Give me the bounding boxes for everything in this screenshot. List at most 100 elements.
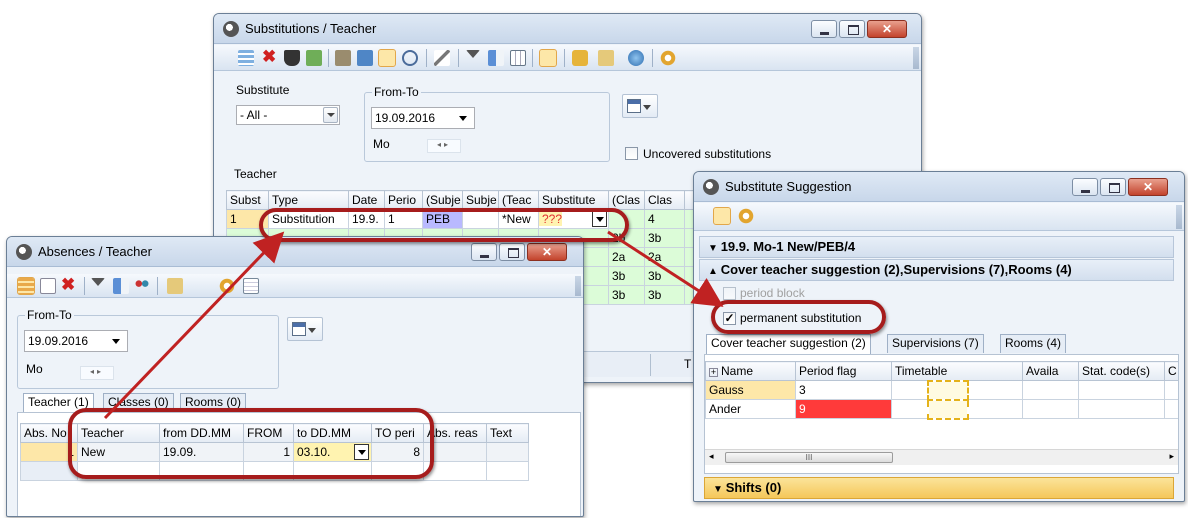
delete-icon[interactable]: ✖ (61, 276, 77, 293)
table-cell[interactable]: 9 (795, 399, 892, 419)
grid-settings-icon[interactable] (510, 50, 526, 66)
minimize-button[interactable] (811, 20, 837, 38)
column-header[interactable]: Text (486, 423, 529, 443)
table-cell[interactable]: 3b (644, 228, 685, 248)
gear-icon[interactable] (738, 208, 754, 224)
maximize-button[interactable] (1100, 178, 1126, 196)
table-cell[interactable] (486, 442, 529, 462)
suggestion-section-header[interactable]: ▲ Cover teacher suggestion (2),Supervisi… (699, 259, 1174, 281)
column-header[interactable]: Date (348, 190, 385, 210)
clipboard-icon[interactable] (243, 278, 259, 294)
table-cell[interactable]: 3b (608, 285, 645, 305)
graduate-icon[interactable] (284, 50, 300, 66)
table-cell[interactable]: Ander (705, 399, 796, 419)
horizontal-scrollbar[interactable]: ◂ III ▸ (705, 449, 1178, 465)
wand-icon[interactable] (434, 50, 450, 66)
chevron-down-icon[interactable] (323, 107, 338, 123)
column-header[interactable]: (Clas (608, 190, 645, 210)
column-header[interactable]: (Subje (422, 190, 463, 210)
table-cell[interactable]: 3 (795, 380, 892, 400)
import-icon[interactable] (357, 50, 373, 66)
table-cell[interactable]: Gauss (705, 380, 796, 400)
expand-all-icon[interactable]: + (709, 368, 718, 377)
column-header[interactable]: + Name (705, 361, 796, 381)
calendar-button[interactable] (622, 94, 658, 118)
table-cell[interactable]: 2a (608, 247, 645, 267)
lock-icon[interactable] (572, 50, 588, 66)
column-header[interactable]: Type (268, 190, 349, 210)
maximize-button[interactable] (839, 20, 865, 38)
shifts-section-header[interactable]: ▼ Shifts (0) (704, 477, 1174, 499)
gear-icon[interactable] (660, 50, 676, 66)
column-header[interactable]: Perio (384, 190, 423, 210)
timetable-cell[interactable] (891, 399, 928, 419)
table-row[interactable]: Ander 9 (705, 398, 1178, 420)
date-picker[interactable]: 19.09.2016 (371, 107, 475, 129)
timetable-cell[interactable] (967, 399, 1023, 419)
substitute-select[interactable]: - All - (236, 105, 340, 125)
tab-rooms[interactable]: Rooms (4) (1000, 334, 1067, 353)
filter-icon[interactable] (91, 278, 105, 286)
day-spinner[interactable]: ◂▸ (427, 139, 461, 153)
gear-icon[interactable] (219, 278, 235, 294)
sort-icon[interactable] (488, 50, 504, 66)
list-icon[interactable] (238, 50, 254, 66)
table-cell[interactable]: 3b (608, 266, 645, 286)
lesson-section-header[interactable]: ▼ 19.9. Mo-1 New/PEB/4 (699, 236, 1174, 258)
list-icon[interactable] (17, 277, 35, 295)
delete-icon[interactable]: ✖ (262, 48, 278, 65)
table-row[interactable]: Gauss 3 (705, 379, 1178, 401)
chevron-down-icon[interactable] (112, 339, 120, 344)
table-cell[interactable]: 2a (644, 247, 685, 267)
column-header[interactable]: Stat. code(s) (1078, 361, 1165, 381)
column-header[interactable]: C (1164, 361, 1178, 381)
column-header[interactable]: Timetable (891, 361, 1023, 381)
table-cell[interactable]: 3b (644, 266, 685, 286)
period-block-checkbox[interactable] (723, 287, 736, 300)
day-spinner[interactable]: ◂▸ (80, 366, 114, 380)
close-button[interactable]: ✕ (867, 20, 907, 38)
export-icon[interactable] (306, 50, 322, 66)
new-document-icon[interactable] (40, 278, 56, 294)
calendar-button[interactable] (287, 317, 323, 341)
users-icon[interactable] (134, 278, 150, 294)
column-header[interactable]: (Teac (498, 190, 539, 210)
maximize-button[interactable] (499, 243, 525, 261)
substitute-icon[interactable] (335, 50, 351, 66)
timetable-cell[interactable] (926, 398, 969, 420)
close-button[interactable]: ✕ (527, 243, 567, 261)
tab-cover-teacher[interactable]: Cover teacher suggestion (2) (706, 334, 871, 354)
column-header[interactable]: Subje (462, 190, 499, 210)
column-header[interactable]: Clas (644, 190, 685, 210)
timetable-cell[interactable] (891, 380, 928, 400)
scroll-left-icon[interactable]: ◂ (709, 451, 714, 462)
print-icon[interactable] (598, 50, 614, 66)
minimize-button[interactable] (471, 243, 497, 261)
stethoscope-icon[interactable] (402, 50, 418, 66)
sort-icon[interactable] (113, 278, 129, 294)
toolbar-grip[interactable] (575, 276, 581, 296)
column-header[interactable]: Substitute (538, 190, 609, 210)
print-icon[interactable] (167, 278, 183, 294)
scroll-thumb[interactable]: III (725, 452, 893, 463)
timetable-cell[interactable] (967, 380, 1023, 400)
toolbar-grip[interactable] (913, 47, 919, 69)
date-picker[interactable]: 19.09.2016 (24, 330, 128, 352)
scroll-right-icon[interactable]: ▸ (1169, 451, 1174, 462)
minimize-button[interactable] (1072, 178, 1098, 196)
close-button[interactable]: ✕ (1128, 178, 1168, 196)
filter-icon[interactable] (466, 50, 480, 58)
chevron-down-icon[interactable] (459, 116, 467, 121)
table-cell[interactable]: 4 (644, 209, 685, 229)
pen-icon[interactable] (713, 207, 731, 225)
world-icon[interactable] (628, 50, 644, 66)
column-header[interactable]: Subst (226, 190, 269, 210)
uncovered-checkbox[interactable] (625, 147, 638, 160)
pen-icon[interactable] (539, 49, 557, 67)
tab-supervisions[interactable]: Supervisions (7) (887, 334, 984, 353)
column-header[interactable]: Availa (1022, 361, 1079, 381)
table-cell[interactable]: 3b (644, 285, 685, 305)
column-header[interactable]: Period flag (795, 361, 892, 381)
toolbar-grip[interactable] (1176, 205, 1182, 229)
timetable-cell[interactable] (926, 379, 969, 401)
